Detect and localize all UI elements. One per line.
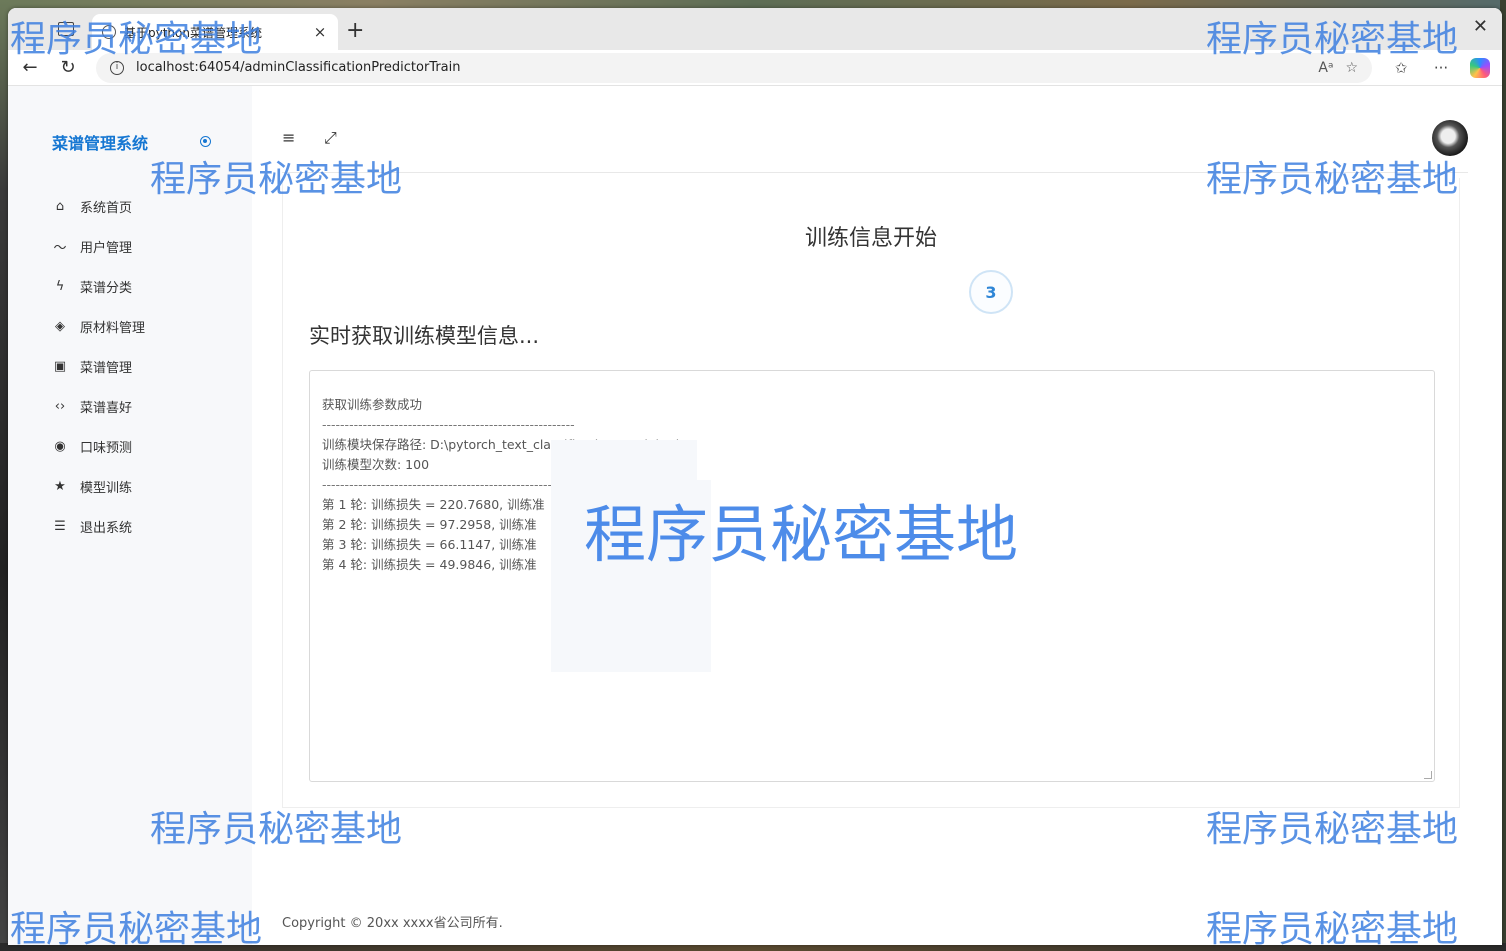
content-header: ≡ ⤢ bbox=[252, 86, 1502, 176]
favorite-star-icon[interactable]: ☆ bbox=[1345, 60, 1358, 76]
log-divider: ----------------------------------------… bbox=[322, 417, 575, 432]
tab-actions-icon[interactable] bbox=[58, 22, 74, 36]
new-tab-button[interactable]: + bbox=[346, 18, 364, 43]
browser-tab-active[interactable]: 基于python菜谱管理系统 × bbox=[92, 14, 338, 50]
site-info-icon[interactable]: i bbox=[110, 60, 124, 75]
trend-icon: 〜 bbox=[53, 240, 67, 256]
sidebar-item-label: 用户管理 bbox=[80, 240, 133, 256]
home-icon: ⌂ bbox=[55, 198, 65, 214]
sidebar: 菜谱管理系统 ⌂ 系统首页 〜 用户管理 ϟ 菜谱分类 ◈ 原材料管理 ▣ 菜谱… bbox=[8, 86, 252, 945]
code-icon: ‹› bbox=[54, 398, 66, 414]
sidebar-item-label: 退出系统 bbox=[80, 520, 133, 536]
sidebar-item-label: 菜谱管理 bbox=[80, 360, 133, 376]
window-close-button[interactable]: ✕ bbox=[1473, 16, 1488, 37]
sidebar-item-label: 口味预测 bbox=[80, 440, 133, 456]
footer-copyright: Copyright © 20xx xxxx省公司所有. bbox=[282, 916, 503, 931]
sidebar-item-home[interactable]: ⌂ 系统首页 bbox=[52, 186, 145, 226]
address-bar: ← ↻ i localhost:64054/adminClassificatio… bbox=[8, 50, 1502, 86]
more-menu-icon[interactable]: ··· bbox=[1430, 59, 1452, 77]
fullscreen-icon[interactable]: ⤢ bbox=[324, 128, 337, 148]
training-counter-badge: 3 bbox=[969, 270, 1013, 314]
star-icon: ★ bbox=[54, 478, 66, 494]
training-log-textarea[interactable]: 获取训练参数成功 -------------------------------… bbox=[309, 370, 1435, 782]
tab-bar: 基于python菜谱管理系统 × + ✕ bbox=[8, 8, 1502, 50]
sidebar-item-label: 模型训练 bbox=[80, 480, 133, 496]
refresh-icon[interactable]: ↻ bbox=[58, 57, 78, 78]
bolt-icon: ϟ bbox=[55, 278, 65, 294]
realtime-heading: 实时获取训练模型信息... bbox=[309, 324, 540, 348]
training-card: 训练信息开始 3 实时获取训练模型信息... 获取训练参数成功 --------… bbox=[282, 178, 1460, 808]
sidebar-item-preferences[interactable]: ‹› 菜谱喜好 bbox=[52, 386, 145, 426]
log-line: 训练模型次数: 100 bbox=[322, 457, 430, 472]
sidebar-item-ingredients[interactable]: ◈ 原材料管理 bbox=[52, 306, 145, 346]
menu-toggle-icon[interactable]: ≡ bbox=[282, 128, 295, 147]
sidebar-item-taste-prediction[interactable]: ◉ 口味预测 bbox=[52, 426, 145, 466]
log-line: 获取训练参数成功 bbox=[322, 397, 423, 412]
sidebar-item-model-training[interactable]: ★ 模型训练 bbox=[52, 466, 145, 506]
back-icon[interactable]: ← bbox=[20, 57, 40, 78]
radio-dot-icon bbox=[200, 136, 211, 147]
brand-title: 菜谱管理系统 bbox=[52, 134, 149, 153]
resize-handle[interactable] bbox=[1424, 771, 1432, 779]
read-aloud-icon[interactable]: Aᵃ bbox=[1318, 60, 1333, 76]
log-epoch-line: 第 3 轮: 训练损失 = 66.1147, 训练准 bbox=[322, 537, 537, 552]
tab-title: 基于python菜谱管理系统 bbox=[124, 25, 262, 40]
header-divider bbox=[282, 172, 1468, 173]
log-epoch-line: 第 2 轮: 训练损失 = 97.2958, 训练准 bbox=[322, 517, 537, 532]
log-divider: ----------------------------------------… bbox=[322, 477, 575, 492]
favorites-icon[interactable]: ✩ bbox=[1390, 59, 1412, 77]
sidebar-item-users[interactable]: 〜 用户管理 bbox=[52, 226, 145, 266]
globe-icon bbox=[102, 25, 116, 39]
sidebar-item-label: 原材料管理 bbox=[80, 320, 146, 336]
copilot-icon[interactable] bbox=[1470, 57, 1490, 78]
sidebar-item-label: 系统首页 bbox=[80, 200, 133, 216]
sidebar-item-recipe-category[interactable]: ϟ 菜谱分类 bbox=[52, 266, 145, 306]
target-icon: ◉ bbox=[54, 438, 66, 454]
inbox-icon: ▣ bbox=[53, 358, 67, 374]
sidebar-menu: ⌂ 系统首页 〜 用户管理 ϟ 菜谱分类 ◈ 原材料管理 ▣ 菜谱管理 ‹› 菜… bbox=[52, 186, 145, 546]
sidebar-item-label: 菜谱分类 bbox=[80, 280, 133, 296]
avatar[interactable] bbox=[1432, 120, 1468, 156]
list-icon: ☰ bbox=[54, 518, 66, 534]
app-page: 菜谱管理系统 ⌂ 系统首页 〜 用户管理 ϟ 菜谱分类 ◈ 原材料管理 ▣ 菜谱… bbox=[8, 86, 1502, 945]
watermark-backdrop bbox=[551, 440, 711, 672]
sidebar-item-recipes[interactable]: ▣ 菜谱管理 bbox=[52, 346, 145, 386]
training-title: 训练信息开始 bbox=[804, 226, 937, 251]
url-text[interactable]: localhost:64054/adminClassificationPredi… bbox=[136, 60, 461, 75]
log-epoch-line: 第 4 轮: 训练损失 = 49.9846, 训练准 bbox=[322, 557, 537, 572]
url-field[interactable]: i localhost:64054/adminClassificationPre… bbox=[96, 52, 1372, 83]
log-epoch-line: 第 1 轮: 训练损失 = 220.7680, 训练准 bbox=[322, 497, 545, 512]
browser-window: 基于python菜谱管理系统 × + ✕ ← ↻ i localhost:640… bbox=[8, 8, 1502, 945]
watermark-backdrop bbox=[697, 440, 747, 480]
sidebar-item-label: 菜谱喜好 bbox=[80, 400, 133, 416]
layers-icon: ◈ bbox=[55, 318, 65, 334]
log-line: 训练模块保存路径: D:\pytorch_text_classification… bbox=[322, 437, 684, 452]
sidebar-item-logout[interactable]: ☰ 退出系统 bbox=[52, 506, 145, 546]
tab-close-button[interactable]: × bbox=[312, 23, 328, 41]
